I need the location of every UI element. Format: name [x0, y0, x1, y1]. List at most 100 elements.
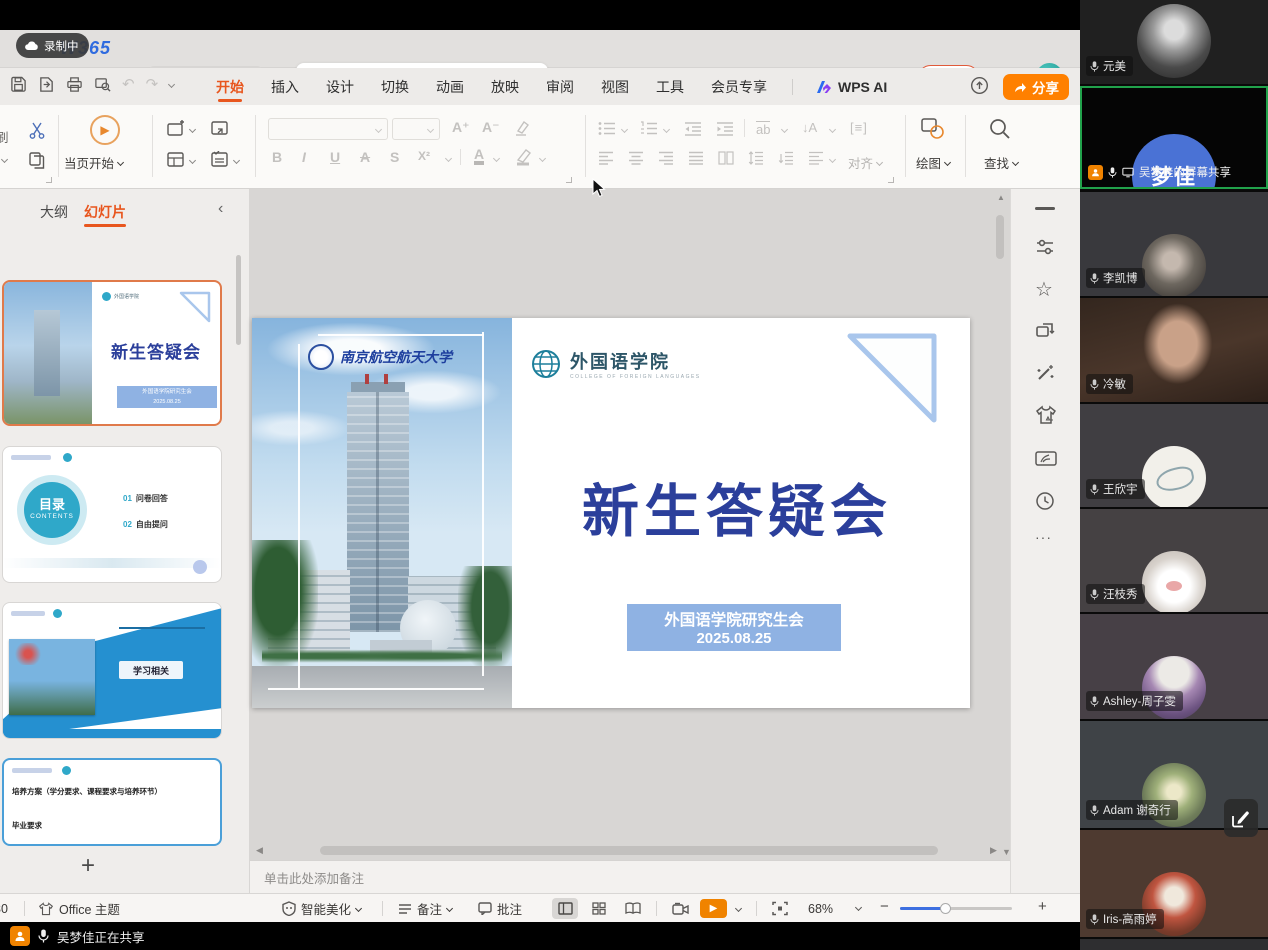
slide-checklist-icon[interactable]: [210, 151, 230, 169]
format-painter-chevron-icon[interactable]: [1, 156, 8, 163]
draw-shapes-icon[interactable]: [920, 117, 946, 141]
participant-tile[interactable]: 汪枝秀: [1080, 509, 1268, 612]
slide-layout-icon[interactable]: [166, 151, 186, 169]
font-color-chevron-icon[interactable]: [493, 155, 500, 162]
find-icon[interactable]: [988, 117, 1012, 141]
menu-design[interactable]: 设计: [324, 71, 356, 103]
ink-annotate-icon[interactable]: [1035, 449, 1057, 469]
export-icon[interactable]: [38, 76, 55, 93]
clipboard-expander-icon[interactable]: [46, 177, 52, 183]
history-clock-icon[interactable]: [1035, 491, 1055, 511]
shadow-button[interactable]: S: [390, 149, 399, 165]
play-slideshow-button[interactable]: ▶: [700, 899, 727, 918]
underline-button[interactable]: U: [330, 149, 340, 165]
undo-icon[interactable]: ↶: [122, 75, 135, 93]
redo-icon[interactable]: ↷: [146, 75, 159, 93]
line-spacing-icon[interactable]: [748, 151, 764, 165]
participant-tile[interactable]: 冷敏: [1080, 298, 1268, 402]
notes-bar[interactable]: 单击此处添加备注: [250, 860, 1010, 893]
bullet-list-icon[interactable]: [598, 121, 616, 136]
numbered-chevron-icon[interactable]: [663, 126, 670, 133]
play-from-page-icon[interactable]: ▶: [90, 115, 120, 145]
theme-shirt-icon[interactable]: [1035, 405, 1057, 425]
menu-review[interactable]: 审阅: [544, 71, 576, 103]
reuse-slide-icon[interactable]: [210, 120, 230, 138]
participant-tile[interactable]: 元美: [1080, 0, 1268, 84]
direction-chevron-icon[interactable]: [829, 126, 836, 133]
annotation-pen-button[interactable]: [1224, 799, 1258, 837]
panel-scrollbar[interactable]: [236, 255, 241, 345]
italic-button[interactable]: I: [302, 149, 306, 165]
save-icon[interactable]: [10, 76, 27, 93]
quick-access-chevron-icon[interactable]: [168, 80, 175, 87]
columns-icon[interactable]: [718, 151, 734, 165]
properties-icon[interactable]: [1035, 237, 1055, 257]
highlight-icon[interactable]: [514, 148, 534, 166]
print-preview-icon[interactable]: [94, 76, 111, 93]
share-button[interactable]: 分享: [1003, 74, 1069, 100]
new-slide-chevron-icon[interactable]: [189, 126, 196, 133]
align-right-icon[interactable]: [658, 151, 674, 165]
notes-button[interactable]: 备注: [398, 894, 452, 923]
bold-button[interactable]: B: [272, 149, 282, 165]
align-center-icon[interactable]: [628, 151, 644, 165]
slide-thumbnail-2[interactable]: 目录 CONTENTS 01 问卷回答 02 自由提问: [2, 446, 222, 583]
font-color-button[interactable]: A: [474, 147, 484, 165]
find-button[interactable]: 查找: [984, 153, 1018, 172]
distribute-text-button[interactable]: [≡]: [850, 120, 868, 135]
cut-icon[interactable]: [28, 121, 47, 140]
pinyin-chevron-icon[interactable]: [781, 126, 788, 133]
layout-chevron-icon[interactable]: [189, 157, 196, 164]
paragraph-spacing-icon[interactable]: [778, 151, 794, 165]
increase-font-button[interactable]: A⁺: [452, 119, 470, 136]
highlight-chevron-icon[interactable]: [539, 155, 546, 162]
scroll-left-arrow[interactable]: ◀: [256, 845, 263, 856]
reading-view-button[interactable]: [620, 898, 646, 919]
horizontal-scrollbar[interactable]: [320, 846, 938, 855]
justify-icon[interactable]: [688, 151, 704, 165]
participant-tile[interactable]: Ashley-周子雯: [1080, 614, 1268, 719]
checklist-chevron-icon[interactable]: [233, 157, 240, 164]
collapse-panel-icon[interactable]: ‹: [218, 200, 223, 218]
favorites-star-icon[interactable]: ☆: [1035, 277, 1053, 302]
play-from-page-button[interactable]: 当页开始: [64, 153, 123, 172]
paragraph-expander-icon[interactable]: [888, 177, 894, 183]
collapse-strip-icon[interactable]: [1035, 207, 1055, 210]
slide-thumbnail-3[interactable]: 学习相关: [2, 602, 222, 739]
smart-beautify-button[interactable]: 智能美化: [282, 894, 361, 923]
fit-slide-button[interactable]: [772, 894, 788, 923]
increase-indent-icon[interactable]: [716, 121, 734, 136]
scroll-up-arrow[interactable]: ▲: [997, 193, 1005, 202]
text-direction-button[interactable]: ↓A: [802, 120, 817, 135]
play-options-chevron-icon[interactable]: [735, 905, 742, 912]
upload-cloud-icon[interactable]: [970, 76, 989, 95]
record-show-button[interactable]: [672, 894, 689, 923]
more-tools-icon[interactable]: ···: [1035, 529, 1052, 545]
participant-tile[interactable]: 王欣宇: [1080, 404, 1268, 507]
strikethrough-a-button[interactable]: A: [360, 149, 370, 165]
slide-sorter-view-button[interactable]: [586, 898, 612, 919]
align-left-icon[interactable]: [598, 151, 614, 165]
slide-thumbnail-4[interactable]: 培养方案（学分要求、课程要求与培养环节） 毕业要求: [2, 758, 222, 846]
menu-home[interactable]: 开始: [214, 71, 246, 103]
list-settings-icon[interactable]: [808, 151, 824, 165]
print-icon[interactable]: [66, 76, 83, 93]
pinyin-guide-button[interactable]: ab: [756, 121, 770, 137]
align-objects-button[interactable]: 对齐: [848, 153, 882, 172]
zoom-chevron-icon[interactable]: [855, 904, 862, 911]
slide-title[interactable]: 新生答疑会: [532, 466, 942, 548]
magic-wand-icon[interactable]: [1035, 363, 1055, 383]
zoom-level[interactable]: 68%: [808, 894, 833, 923]
draw-button[interactable]: 绘图: [916, 153, 950, 172]
tab-slides[interactable]: 幻灯片: [84, 202, 126, 222]
slide-thumbnail-1[interactable]: 外国语学院 新生答疑会 外国语学院研究生会2025.08.25: [2, 280, 222, 426]
list-settings-chevron-icon[interactable]: [829, 156, 836, 163]
switch-shape-icon[interactable]: [1035, 321, 1055, 341]
numbered-list-icon[interactable]: [640, 121, 658, 136]
font-expander-icon[interactable]: [566, 177, 572, 183]
zoom-in-button[interactable]: +: [1038, 898, 1047, 915]
zoom-out-button[interactable]: −: [880, 898, 889, 915]
menu-wps-ai[interactable]: WPS AI: [816, 79, 887, 95]
superscript-button[interactable]: X²: [418, 149, 430, 163]
menu-animation[interactable]: 动画: [434, 71, 466, 103]
